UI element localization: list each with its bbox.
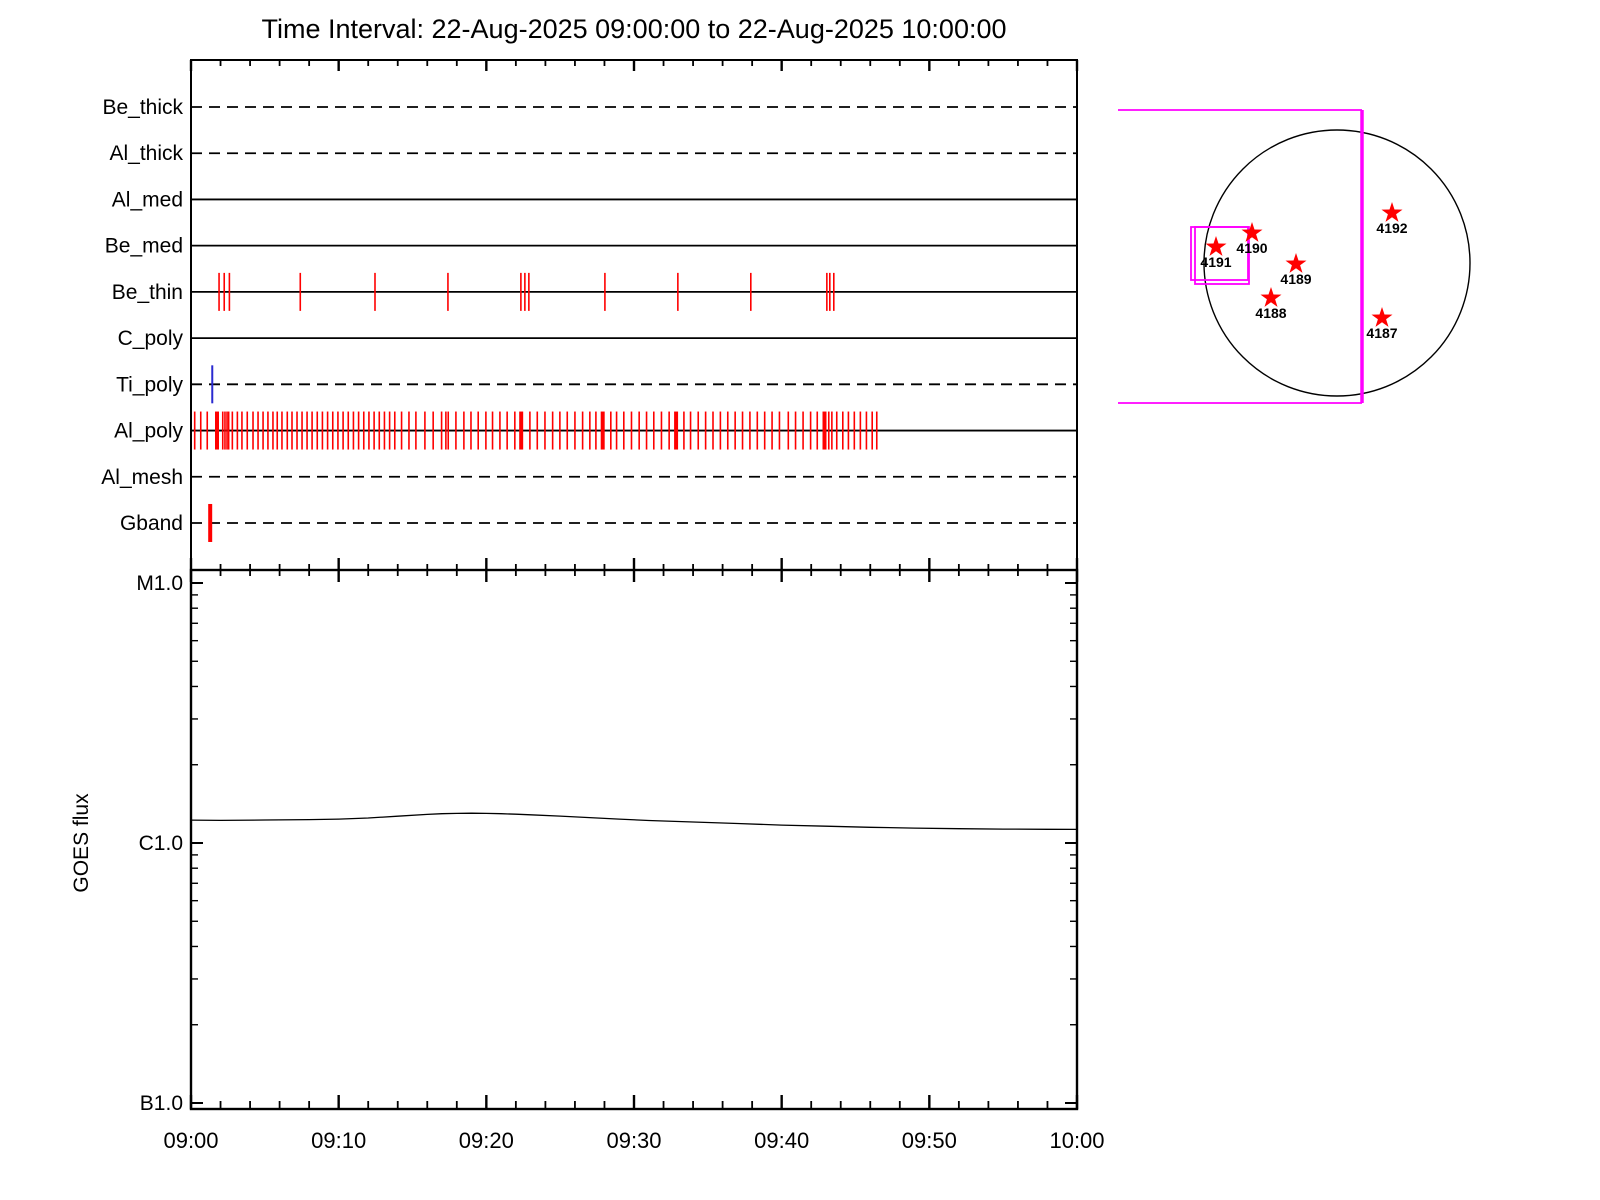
x-tick-label: 09:00: [163, 1128, 218, 1153]
solar-observation-summary-plot: Time Interval: 22-Aug-2025 09:00:00 to 2…: [0, 0, 1600, 1200]
goes-y-axis-title: GOES flux: [70, 793, 93, 893]
x-tick-label: 09:10: [311, 1128, 366, 1153]
y-tick-label-B1.0: B1.0: [140, 1092, 183, 1115]
active-region-label-4191: 4191: [1200, 254, 1231, 270]
goes-flux-curve: [190, 812, 1078, 831]
x-tick-label: 09:50: [902, 1128, 957, 1153]
row-label-Al_med: Al_med: [112, 188, 183, 211]
active-region-star-4188: [1260, 287, 1282, 307]
active-region-star-4189: [1285, 253, 1307, 273]
active-region-label-4187: 4187: [1366, 325, 1397, 341]
active-region-label-4192: 4192: [1376, 220, 1407, 236]
y-tick-label-C1.0: C1.0: [139, 832, 183, 855]
x-tick-label: 10:00: [1049, 1128, 1104, 1153]
y-tick-label-M1.0: M1.0: [136, 572, 183, 595]
x-tick-label: 09:30: [606, 1128, 661, 1153]
row-label-Al_mesh: Al_mesh: [101, 466, 183, 489]
active-region-label-4188: 4188: [1255, 305, 1286, 321]
solar-limb-circle: [1203, 129, 1471, 397]
plot-svg: Be_thick Al_thick Al_med Be_med Be_thin C_pol…: [70, 59, 1471, 1153]
active-region-label-4190: 4190: [1236, 240, 1267, 256]
row-label-Be_thick: Be_thick: [102, 96, 183, 119]
row-label-Al_poly: Al_poly: [114, 420, 183, 443]
x-tick-label: 09:20: [459, 1128, 514, 1153]
active-region-label-4189: 4189: [1280, 271, 1311, 287]
row-label-C_poly: C_poly: [118, 327, 184, 350]
active-region-star-4190: [1241, 222, 1263, 242]
row-label-Gband: Gband: [120, 512, 183, 535]
row-label-Al_thick: Al_thick: [109, 142, 183, 165]
row-label-Ti_poly: Ti_poly: [116, 373, 183, 396]
timeline-panel-frame: [190, 59, 1078, 571]
row-label-Be_thin: Be_thin: [112, 281, 183, 304]
active-region-star-4192: [1381, 202, 1403, 222]
active-region-star-4187: [1371, 307, 1393, 327]
row-label-Be_med: Be_med: [105, 235, 183, 258]
goes-panel-frame: [189, 568, 1079, 1111]
x-tick-label: 09:40: [754, 1128, 809, 1153]
active-region-star-4191: [1205, 236, 1227, 256]
